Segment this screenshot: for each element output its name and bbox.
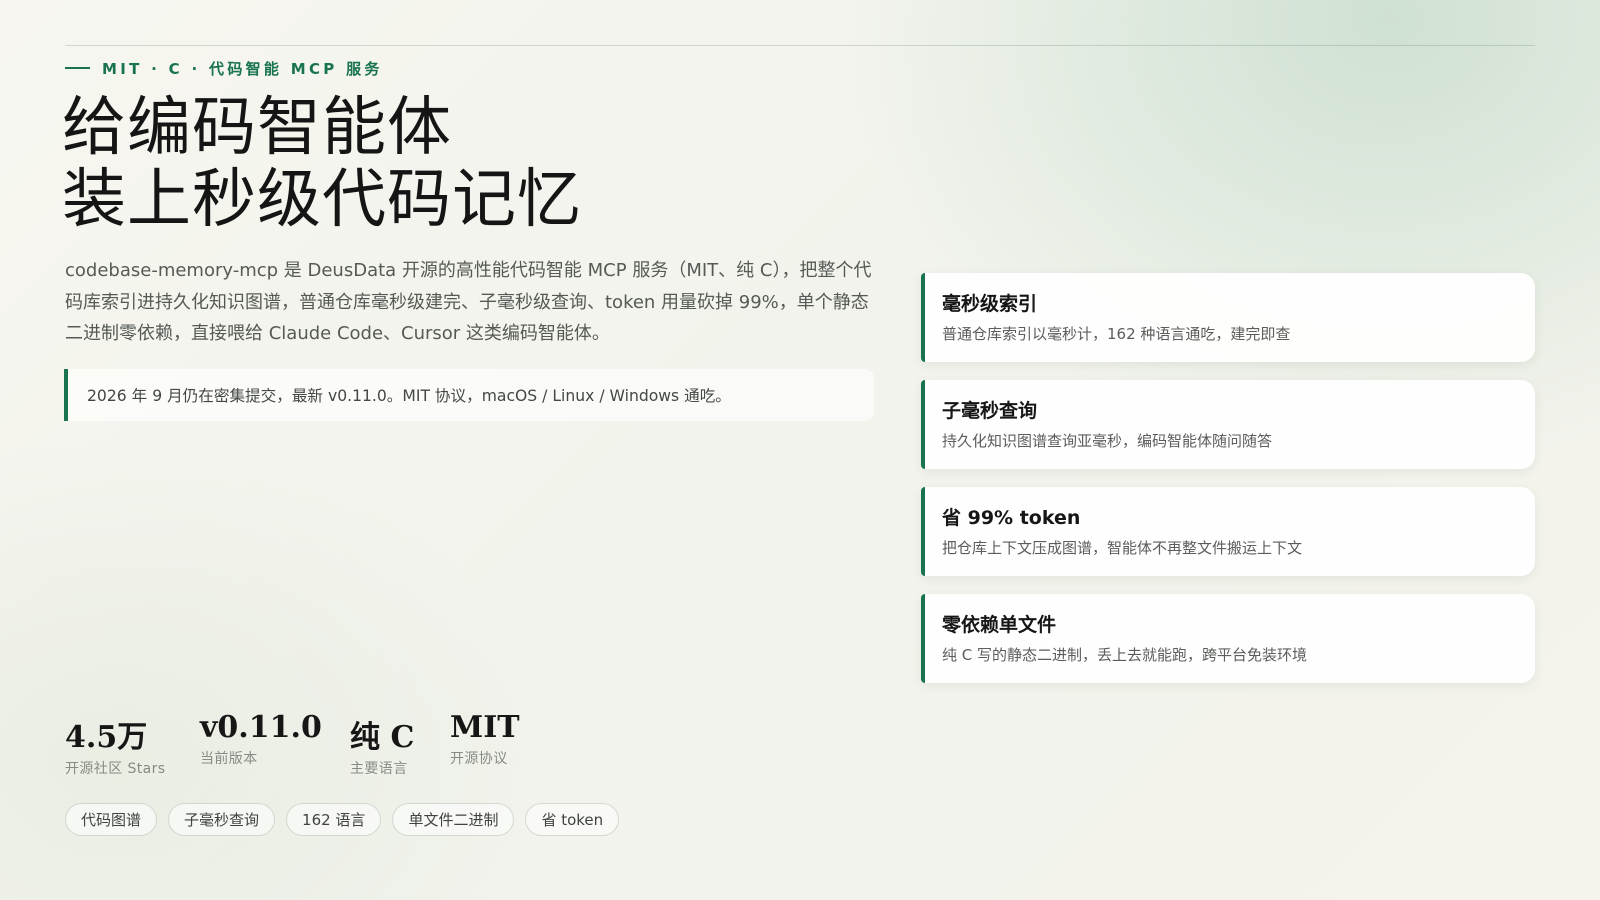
stat-label: 主要语言 bbox=[350, 761, 408, 777]
eyebrow: MIT · C · 代码智能 MCP 服务 bbox=[65, 57, 383, 79]
page-title-line-1: 给编码智能体 bbox=[62, 91, 452, 165]
stat-value: MIT bbox=[450, 710, 520, 745]
stat-language: 纯 C 主要语言 bbox=[350, 720, 414, 778]
feature-card-sub-millisecond-query: 子毫秒查询 持久化知识图谱查询亚毫秒，编码智能体随问随答 bbox=[921, 380, 1535, 469]
tag-language-count: 162 语言 bbox=[286, 803, 382, 836]
stat-label: 开源社区 Stars bbox=[65, 761, 166, 777]
tag-single-binary: 单文件二进制 bbox=[392, 803, 515, 836]
feature-description: 普通仓库索引以毫秒计，162 种语言通吃，建完即查 bbox=[942, 325, 1291, 343]
stat-value: 纯 C bbox=[350, 720, 415, 755]
stat-value: 4.5万 bbox=[65, 720, 148, 755]
feature-title: 子毫秒查询 bbox=[942, 400, 1038, 422]
tag-list: 代码图谱 子毫秒查询 162 语言 单文件二进制 省 token bbox=[65, 803, 620, 836]
stat-license: MIT 开源协议 bbox=[450, 710, 520, 768]
feature-title: 省 99% token bbox=[942, 507, 1081, 529]
feature-card-token-saving: 省 99% token 把仓库上下文压成图谱，智能体不再整文件搬运上下文 bbox=[921, 487, 1535, 576]
page-title-line-2: 装上秒级代码记忆 bbox=[62, 163, 582, 237]
stat-value: v0.11.0 bbox=[200, 710, 322, 745]
eyebrow-dash bbox=[65, 67, 90, 69]
stat-stars: 4.5万 开源社区 Stars bbox=[65, 720, 165, 778]
tag-token-saving: 省 token bbox=[525, 803, 620, 836]
project-description: codebase-memory-mcp 是 DeusData 开源的高性能代码智… bbox=[65, 260, 872, 344]
feature-card-zero-dependency: 零依赖单文件 纯 C 写的静态二进制，丢上去就能跑，跨平台免装环境 bbox=[921, 594, 1535, 683]
stat-label: 开源协议 bbox=[450, 751, 508, 767]
tag-code-graph: 代码图谱 bbox=[65, 803, 158, 836]
feature-title: 零依赖单文件 bbox=[942, 614, 1057, 636]
feature-description: 把仓库上下文压成图谱，智能体不再整文件搬运上下文 bbox=[942, 539, 1303, 557]
eyebrow-text: MIT · C · 代码智能 MCP 服务 bbox=[102, 59, 383, 78]
feature-title: 毫秒级索引 bbox=[942, 293, 1038, 315]
page-title: 给编码智能体 装上秒级代码记忆 bbox=[62, 92, 822, 236]
feature-list: 毫秒级索引 普通仓库索引以毫秒计，162 种语言通吃，建完即查 子毫秒查询 持久… bbox=[921, 273, 1535, 683]
feature-description: 持久化知识图谱查询亚毫秒，编码智能体随问随答 bbox=[942, 432, 1273, 450]
release-note: 2026 年 9 月仍在密集提交，最新 v0.11.0。MIT 协议，macOS… bbox=[64, 369, 874, 421]
feature-card-millisecond-indexing: 毫秒级索引 普通仓库索引以毫秒计，162 种语言通吃，建完即查 bbox=[921, 273, 1535, 362]
stat-version: v0.11.0 当前版本 bbox=[200, 710, 322, 768]
feature-description: 纯 C 写的静态二进制，丢上去就能跑，跨平台免装环境 bbox=[942, 646, 1308, 664]
top-divider bbox=[65, 45, 1535, 46]
stat-label: 当前版本 bbox=[200, 751, 258, 767]
tag-sub-millisecond-query: 子毫秒查询 bbox=[168, 803, 276, 836]
